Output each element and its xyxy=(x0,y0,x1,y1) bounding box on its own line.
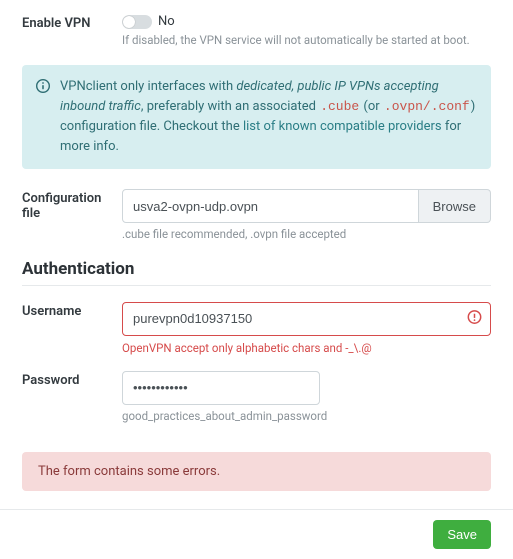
info-icon xyxy=(36,79,50,100)
username-input[interactable] xyxy=(122,302,491,336)
info-text-2: , preferably with an associated xyxy=(141,99,319,114)
vpn-info-alert: VPNclient only interfaces with dedicated… xyxy=(22,65,491,170)
form-error-alert: The form contains some errors. xyxy=(22,452,491,491)
info-text-3: (or xyxy=(360,99,383,114)
config-file-label: Configuration file xyxy=(22,189,122,221)
password-label: Password xyxy=(22,371,122,388)
config-file-help: .cube file recommended, .ovpn file accep… xyxy=(122,227,491,243)
enable-vpn-toggle[interactable] xyxy=(122,15,152,29)
enable-vpn-help: If disabled, the VPN service will not au… xyxy=(122,33,491,49)
enable-vpn-label: Enable VPN xyxy=(22,14,122,31)
config-file-input[interactable] xyxy=(122,189,419,223)
save-button[interactable]: Save xyxy=(433,520,491,549)
username-label: Username xyxy=(22,302,122,319)
compatible-providers-link[interactable]: list of known compatible providers xyxy=(243,119,442,134)
password-help: good_practices_about_admin_password xyxy=(122,409,491,425)
password-input[interactable] xyxy=(122,371,320,405)
enable-vpn-value: No xyxy=(158,14,175,29)
info-text-1: VPNclient only interfaces with xyxy=(60,79,236,94)
browse-button[interactable]: Browse xyxy=(419,189,491,223)
username-error: OpenVPN accept only alphabetic chars and… xyxy=(122,341,491,355)
info-code-cube: .cube xyxy=(319,99,360,114)
authentication-heading: Authentication xyxy=(22,259,491,286)
error-icon xyxy=(467,309,482,328)
info-code-ovpn: .ovpn/.conf xyxy=(383,99,471,114)
